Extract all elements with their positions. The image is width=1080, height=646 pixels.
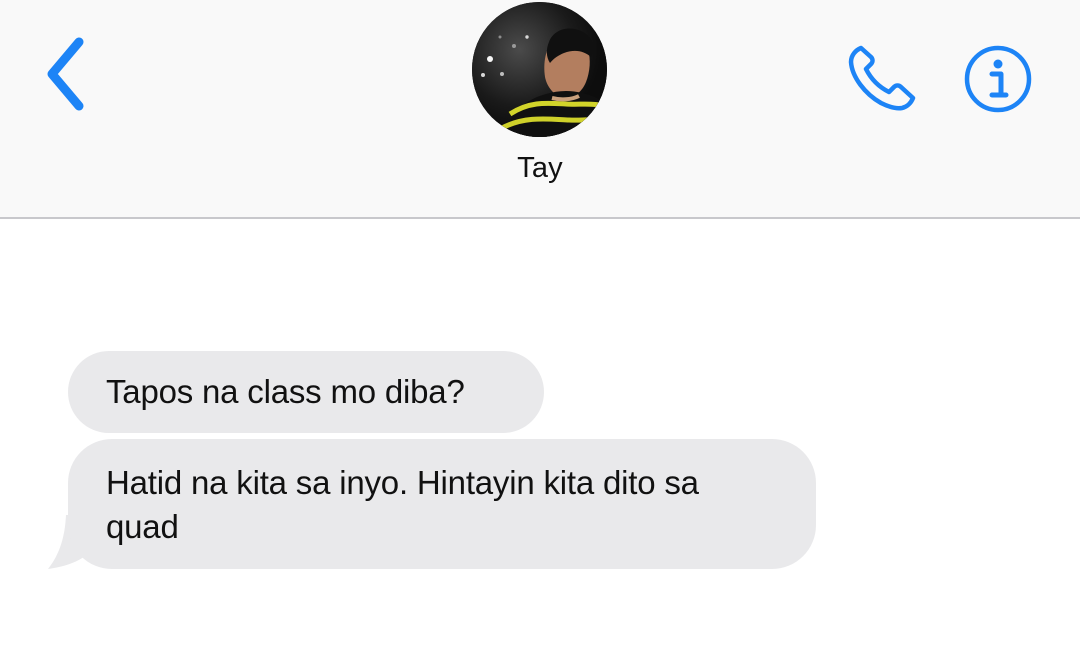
message-text: Hatid na kita sa inyo. Hintayin kita dit… — [106, 464, 699, 545]
conversation-header: Tay — [0, 0, 1080, 219]
message-thread: Tapos na class mo diba? Hatid na kita sa… — [0, 219, 1080, 646]
message-text: Tapos na class mo diba? — [106, 373, 465, 410]
contact-avatar[interactable] — [472, 2, 607, 137]
info-button[interactable] — [960, 41, 1035, 116]
back-button[interactable] — [36, 36, 92, 112]
messages-screen: Tay Tapos na class mo diba? Hatid na kit… — [0, 0, 1080, 646]
call-button[interactable] — [842, 38, 920, 116]
info-icon — [964, 45, 1031, 112]
avatar-image — [472, 2, 607, 137]
contact-name[interactable]: Tay — [0, 152, 1080, 185]
incoming-message-bubble[interactable]: Hatid na kita sa inyo. Hintayin kita dit… — [68, 439, 816, 569]
incoming-message-bubble[interactable]: Tapos na class mo diba? — [68, 351, 544, 433]
phone-icon — [848, 45, 916, 111]
chevron-left-icon — [47, 37, 84, 111]
